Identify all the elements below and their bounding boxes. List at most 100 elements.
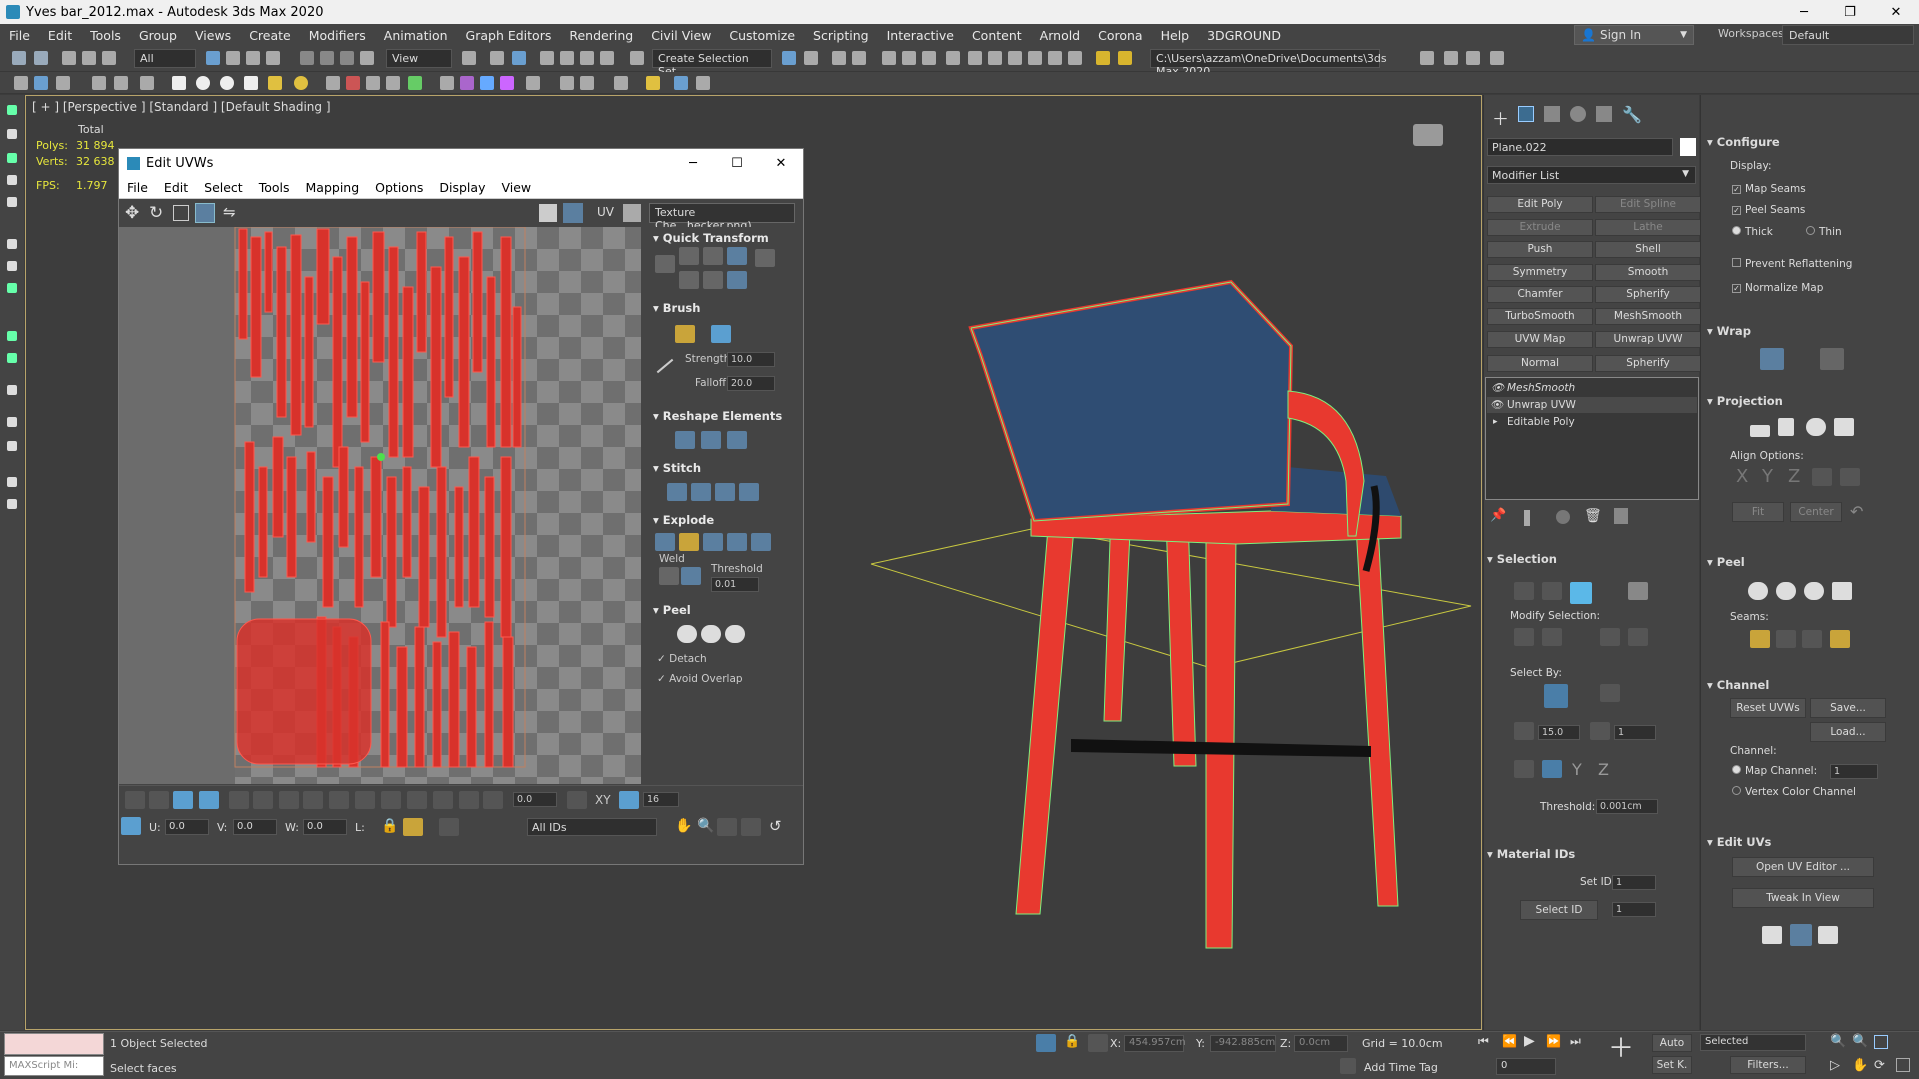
y-coord-field[interactable]: -942.885cm <box>1210 1035 1276 1052</box>
stitch-custom-icon[interactable] <box>667 483 687 501</box>
geosphere-icon[interactable] <box>220 76 234 90</box>
space-vertical-icon[interactable] <box>703 271 723 289</box>
current-frame-field[interactable]: 0 <box>1496 1058 1556 1075</box>
grid-size-spinner[interactable]: 16 <box>643 792 679 807</box>
filter-selected-icon[interactable] <box>403 818 423 836</box>
menu-corona[interactable]: Corona <box>1089 28 1151 43</box>
link-icon[interactable] <box>62 51 76 65</box>
select-by-name-icon[interactable] <box>226 51 240 65</box>
minimize-button[interactable]: ─ <box>1781 0 1827 24</box>
toolbar2-icon-6[interactable] <box>140 76 154 90</box>
ring-select-icon[interactable] <box>303 791 323 809</box>
orbit-icon[interactable]: ⟳ <box>1874 1058 1885 1073</box>
edit-uvs-rollout-header[interactable]: ▾ Edit UVs <box>1707 835 1771 849</box>
toolbar2-icon-3[interactable] <box>56 76 70 90</box>
menu-file[interactable]: File <box>0 28 39 43</box>
toolbar2-icon-19[interactable] <box>646 76 660 90</box>
section-explode[interactable]: ▾ Explode <box>653 513 714 527</box>
go-to-start-icon[interactable]: ⏮ <box>1478 1034 1489 1049</box>
redo-icon[interactable] <box>34 51 48 65</box>
strip-icon-2[interactable] <box>7 129 17 139</box>
sel-edge-icon[interactable] <box>1542 582 1562 600</box>
keyboard-shortcut-icon[interactable] <box>512 51 526 65</box>
toolbar2-icon-11[interactable] <box>408 76 422 90</box>
close-button[interactable]: ✕ <box>1873 0 1919 24</box>
rectangular-selection-icon[interactable] <box>246 51 260 65</box>
toolbar2-icon-4[interactable] <box>92 76 106 90</box>
zoom-viewport-icon[interactable]: 🔍 <box>1830 1034 1846 1049</box>
curve-falloff-icon[interactable] <box>567 791 587 809</box>
smoothing-group-spinner[interactable]: 1 <box>1614 725 1656 740</box>
map-seams-checkbox[interactable]: ✓ Map Seams <box>1732 183 1806 195</box>
prevent-reflattening-checkbox[interactable]: Prevent Reflattening <box>1732 258 1852 270</box>
edit-named-selection-icon[interactable] <box>630 51 644 65</box>
uvw-maximize-button[interactable]: ☐ <box>715 149 759 177</box>
spinner-snap-icon[interactable] <box>600 51 614 65</box>
reset-view-icon[interactable]: ↺ <box>769 817 782 835</box>
u-spinner[interactable]: 0.0 <box>165 819 209 835</box>
modifier-button-meshsmooth[interactable]: MeshSmooth <box>1595 308 1701 325</box>
align-icon[interactable] <box>804 51 818 65</box>
toolbar2-icon-18[interactable] <box>614 76 628 90</box>
configure-rollout-header[interactable]: ▾ Configure <box>1707 135 1780 149</box>
toolbar2-icon-14[interactable] <box>480 76 494 90</box>
sel-vertex-icon[interactable] <box>1514 582 1534 600</box>
uvw-menu-mapping[interactable]: Mapping <box>298 180 368 195</box>
align-to-view-icon[interactable] <box>1840 468 1860 486</box>
uv-freeform-icon[interactable] <box>195 203 215 223</box>
center-button[interactable]: Center <box>1790 502 1842 522</box>
point-to-point-seam-icon[interactable] <box>1776 630 1796 648</box>
strip-icon-14[interactable] <box>7 477 17 487</box>
stitch-source-icon[interactable] <box>739 483 759 501</box>
modifier-button-normal[interactable]: Normal <box>1487 355 1593 372</box>
break-icon[interactable] <box>655 533 675 551</box>
light-icon[interactable] <box>268 76 282 90</box>
uvw-menu-view[interactable]: View <box>493 180 539 195</box>
uvw-menu-file[interactable]: File <box>119 180 156 195</box>
strip-icon-10[interactable] <box>7 353 17 363</box>
paint-select-icon[interactable] <box>329 791 349 809</box>
selection-rollout-header[interactable]: ▾ Selection <box>1487 552 1557 566</box>
snaps-toggle-icon[interactable] <box>540 51 554 65</box>
toolbar2-icon-13[interactable] <box>460 76 474 90</box>
eye-icon[interactable]: 👁 <box>1491 380 1504 396</box>
select-manipulate-icon[interactable] <box>490 51 504 65</box>
texture-dropdown[interactable]: Texture Che...hecker.png) <box>649 203 795 232</box>
lock-icon[interactable]: 🔒 <box>381 818 398 834</box>
menu-arnold[interactable]: Arnold <box>1031 28 1089 43</box>
absolute-mode-icon[interactable] <box>1088 1034 1108 1052</box>
align-center-icon[interactable] <box>703 247 723 265</box>
quick-peel-icon[interactable] <box>677 625 697 643</box>
toolbar2-icon-17[interactable] <box>560 76 574 90</box>
axis-x-icon[interactable] <box>1542 760 1562 778</box>
object-name-field[interactable]: Plane.022 <box>1487 138 1673 156</box>
render-production-icon[interactable] <box>1028 51 1042 65</box>
relax-settings-icon[interactable] <box>727 431 747 449</box>
uv-texture-icon[interactable] <box>623 204 641 222</box>
toolbar2-icon-21[interactable] <box>696 76 710 90</box>
select-by-element-uv-icon[interactable] <box>1600 684 1620 702</box>
go-to-end-icon[interactable]: ⏭ <box>1570 1034 1581 1049</box>
select-id-button[interactable]: Select ID <box>1520 900 1598 920</box>
next-frame-icon[interactable]: ⏩ <box>1546 1034 1561 1048</box>
reset-uvws-button[interactable]: Reset UVWs <box>1730 698 1806 718</box>
viewcube[interactable] <box>1413 124 1443 146</box>
z-coord-field[interactable]: 0.0cm <box>1294 1035 1348 1052</box>
weld-target-icon[interactable] <box>681 567 701 585</box>
w-spinner[interactable]: 0.0 <box>303 819 347 835</box>
toolbar2-icon-9[interactable] <box>366 76 380 90</box>
modifier-button-push[interactable]: Push <box>1487 241 1593 258</box>
section-quick-transform[interactable]: ▾ Quick Transform <box>653 231 769 245</box>
reset-projection-icon[interactable]: ↶ <box>1850 502 1863 521</box>
uvw-close-button[interactable]: ✕ <box>759 149 803 177</box>
maximize-viewport-icon[interactable] <box>1896 1058 1910 1072</box>
flip-icon[interactable] <box>755 249 775 267</box>
uvw-menu-tools[interactable]: Tools <box>251 180 298 195</box>
menu-civil-view[interactable]: Civil View <box>642 28 720 43</box>
auto-key-button[interactable]: Auto <box>1652 1034 1692 1052</box>
menu-create[interactable]: Create <box>240 28 300 43</box>
spherical-map-icon[interactable] <box>1806 418 1826 436</box>
relax-tool-icon[interactable] <box>433 791 453 809</box>
brush-line-icon[interactable] <box>656 358 674 374</box>
project-path-dropdown[interactable]: C:\Users\azzam\OneDrive\Documents\3ds Ma… <box>1150 49 1387 78</box>
